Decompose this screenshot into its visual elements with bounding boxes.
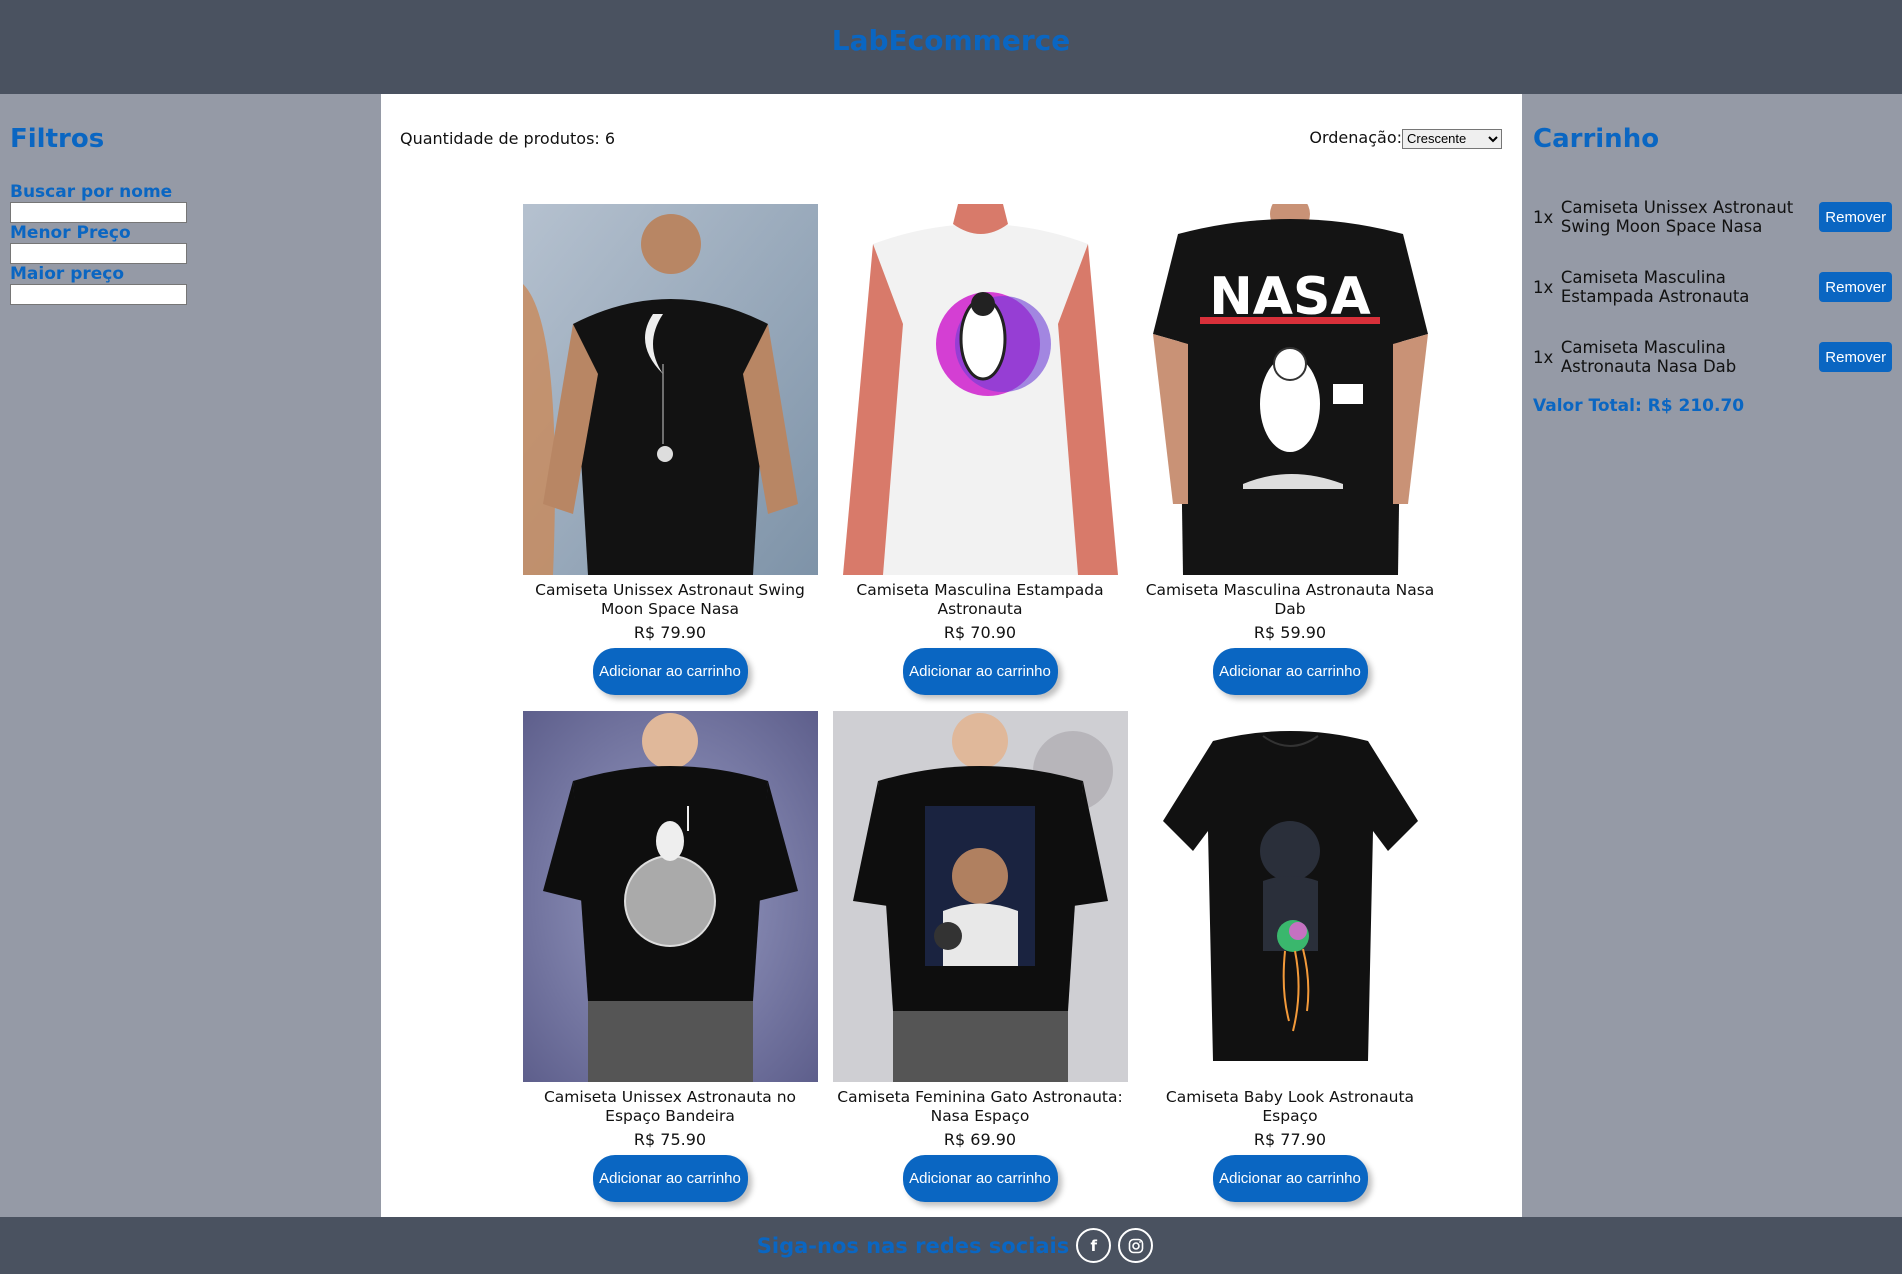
- search-input[interactable]: [10, 202, 187, 223]
- remove-button[interactable]: Remover: [1819, 202, 1892, 232]
- footer-text: Siga-nos nas redes sociais: [756, 1233, 1070, 1258]
- product-name: Camiseta Unissex Astronauta no Espaço Ba…: [543, 1088, 797, 1125]
- remove-button[interactable]: Remover: [1819, 342, 1892, 372]
- add-to-cart-button[interactable]: Adicionar ao carrinho: [592, 1155, 748, 1202]
- cart-item-name: Camiseta Unissex Astronaut Swing Moon Sp…: [1560, 198, 1794, 236]
- sort-select[interactable]: Crescente: [1402, 128, 1502, 149]
- product-card: Camiseta Baby Look Astronauta Espaço R$ …: [1135, 711, 1445, 1202]
- min-price-label: Menor Preço: [10, 223, 131, 243]
- product-card: Camiseta Unissex Astronaut Swing Moon Sp…: [515, 204, 825, 695]
- product-image[interactable]: [1142, 711, 1438, 1082]
- cart-panel: Carrinho 1x Camiseta Unissex Astronaut S…: [1522, 94, 1902, 1217]
- search-label: Buscar por nome: [10, 182, 173, 202]
- product-count: Quantidade de produtos: 6: [400, 128, 616, 148]
- filters-panel: Filtros Buscar por nome Menor Preço Maio…: [0, 94, 381, 1217]
- site-footer: Siga-nos nas redes sociais f: [0, 1217, 1902, 1274]
- add-to-cart-button[interactable]: Adicionar ao carrinho: [1212, 1155, 1368, 1202]
- product-name: Camiseta Unissex Astronaut Swing Moon Sp…: [535, 581, 805, 618]
- site-header: LabEcommerce: [0, 0, 1902, 94]
- product-image[interactable]: NASA: [1142, 204, 1438, 575]
- add-to-cart-button[interactable]: Adicionar ao carrinho: [902, 648, 1058, 695]
- filters-title: Filtros: [10, 124, 105, 154]
- cart-item: 1x Camiseta Masculina Astronauta Nasa Da…: [1533, 322, 1892, 392]
- product-name: Camiseta Masculina Astronauta Nasa Dab: [1145, 581, 1435, 618]
- add-to-cart-button[interactable]: Adicionar ao carrinho: [592, 648, 748, 695]
- min-price-input[interactable]: [10, 243, 187, 264]
- product-grid: Camiseta Unissex Astronaut Swing Moon Sp…: [515, 204, 1438, 1202]
- cart-item: 1x Camiseta Masculina Estampada Astronau…: [1533, 252, 1892, 322]
- product-image[interactable]: [832, 204, 1128, 575]
- cart-item-name: Camiseta Masculina Estampada Astronauta: [1560, 268, 1750, 306]
- site-title: LabEcommerce: [831, 23, 1071, 57]
- product-image[interactable]: [522, 204, 818, 575]
- product-name: Camiseta Masculina Estampada Astronauta: [856, 581, 1104, 618]
- cart-item-qty: 1x: [1533, 277, 1554, 297]
- cart-item-qty: 1x: [1533, 347, 1554, 367]
- product-price: R$ 69.90: [943, 1130, 1017, 1149]
- sort-label: Ordenação:: [1309, 128, 1402, 147]
- product-name: Camiseta Baby Look Astronauta Espaço: [1165, 1088, 1415, 1125]
- product-card: NASA Camiseta Masculina Astronauta Nasa …: [1135, 204, 1445, 695]
- instagram-icon[interactable]: [1118, 1228, 1154, 1263]
- add-to-cart-button[interactable]: Adicionar ao carrinho: [1212, 648, 1368, 695]
- product-card: Camiseta Unissex Astronauta no Espaço Ba…: [515, 711, 825, 1202]
- add-to-cart-button[interactable]: Adicionar ao carrinho: [902, 1155, 1058, 1202]
- product-image[interactable]: [832, 711, 1128, 1082]
- product-price: R$ 70.90: [943, 623, 1017, 642]
- cart-item-qty: 1x: [1533, 207, 1554, 227]
- product-price: R$ 59.90: [1253, 623, 1327, 642]
- remove-button[interactable]: Remover: [1819, 272, 1892, 302]
- product-price: R$ 77.90: [1253, 1130, 1327, 1149]
- product-price: R$ 75.90: [633, 1130, 707, 1149]
- facebook-icon[interactable]: f: [1076, 1228, 1112, 1263]
- products-toolbar: Quantidade de produtos: 6 Ordenação: Cres…: [400, 128, 1502, 149]
- max-price-input[interactable]: [10, 284, 187, 305]
- product-card: Camiseta Masculina Estampada Astronauta …: [825, 204, 1135, 695]
- product-card: Camiseta Feminina Gato Astronauta: Nasa …: [825, 711, 1135, 1202]
- cart-item: 1x Camiseta Unissex Astronaut Swing Moon…: [1533, 182, 1892, 252]
- product-image[interactable]: [522, 711, 818, 1082]
- cart-item-name: Camiseta Masculina Astronauta Nasa Dab: [1560, 338, 1737, 376]
- max-price-label: Maior preço: [10, 264, 125, 284]
- products-area: Quantidade de produtos: 6 Ordenação: Cres…: [381, 94, 1522, 1217]
- product-price: R$ 79.90: [633, 623, 707, 642]
- cart-title: Carrinho: [1533, 124, 1660, 154]
- cart-total: Valor Total: R$ 210.70: [1533, 396, 1745, 416]
- product-name: Camiseta Feminina Gato Astronauta: Nasa …: [837, 1088, 1123, 1125]
- sort-control: Ordenação: Crescente: [1309, 128, 1502, 149]
